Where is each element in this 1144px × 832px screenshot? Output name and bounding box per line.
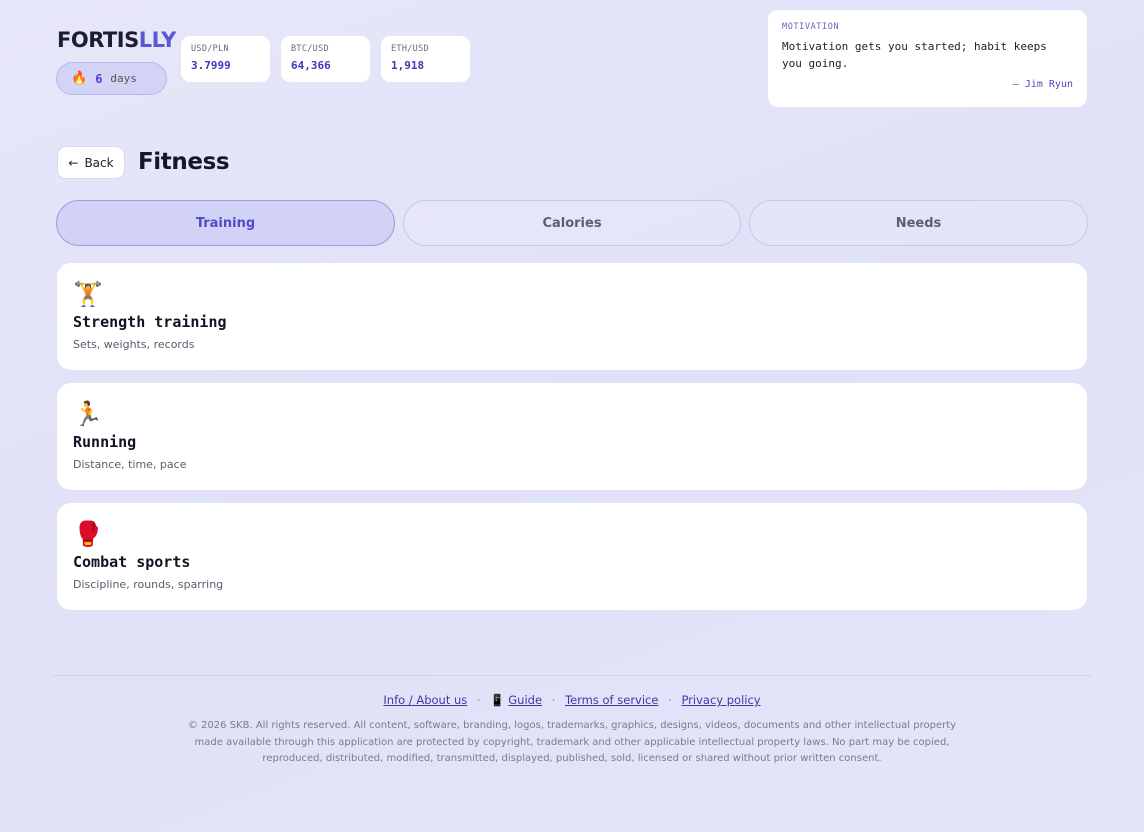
legal-notice: © 2026 SKB. All rights reserved. All con… [187, 720, 957, 764]
back-button[interactable]: ← Back [57, 146, 125, 179]
guide-link[interactable]: Guide [508, 693, 542, 707]
tab-training[interactable]: Training [56, 200, 395, 246]
fire-icon: 🔥 [71, 71, 88, 86]
rate-pair: USD/PLN [191, 44, 229, 54]
streak-unit: days [110, 72, 137, 85]
logo-text-main: FORTIS [57, 28, 139, 52]
tab-label: Training [195, 215, 256, 231]
streak-badge: 🔥 6 days [56, 62, 167, 95]
runner-icon: 🏃 [73, 400, 103, 428]
motivation-label: MOTIVATION [782, 22, 840, 32]
app-logo[interactable]: FORTISLLY [57, 28, 176, 52]
logo-text-accent: LLY [138, 28, 177, 52]
card-combat-sports[interactable]: 🥊 Combat sports Discipline, rounds, spar… [57, 503, 1087, 610]
card-subtitle: Sets, weights, records [73, 338, 195, 351]
rate-card-btc-usd: BTC/USD 64,366 [281, 36, 370, 82]
footer-divider [52, 675, 1092, 676]
link-separator: · [476, 693, 481, 707]
streak-count: 6 [95, 71, 103, 86]
card-strength-training[interactable]: 🏋️ Strength training Sets, weights, reco… [57, 263, 1087, 370]
link-separator: · [551, 693, 556, 707]
card-title: Strength training [73, 313, 227, 331]
card-title: Combat sports [73, 553, 191, 571]
card-subtitle: Distance, time, pace [73, 458, 187, 471]
tab-needs[interactable]: Needs [749, 200, 1088, 246]
tab-calories[interactable]: Calories [403, 200, 741, 246]
card-title: Running [73, 433, 137, 451]
privacy-link[interactable]: Privacy policy [681, 693, 760, 707]
card-running[interactable]: 🏃 Running Distance, time, pace [57, 383, 1087, 490]
card-subtitle: Discipline, rounds, sparring [73, 578, 224, 591]
rate-pair: ETH/USD [391, 44, 429, 54]
about-link[interactable]: Info / About us [383, 693, 467, 707]
rate-value: 64,366 [291, 59, 331, 72]
motivation-quote: Motivation gets you started; habit keeps… [782, 40, 1047, 70]
rate-value: 1,918 [391, 59, 425, 72]
back-label: Back [84, 155, 114, 170]
footer-links: Info / About us · 📱 Guide · Terms of ser… [0, 693, 1144, 707]
terms-link[interactable]: Terms of service [565, 693, 658, 707]
link-separator: · [668, 693, 672, 707]
arrow-left-icon: ← [68, 155, 79, 170]
tab-label: Needs [895, 215, 942, 231]
page-title: Fitness [138, 149, 230, 175]
motivation-author: — Jim Ryun [1012, 79, 1073, 90]
boxing-glove-icon: 🥊 [73, 520, 103, 548]
rate-card-eth-usd: ETH/USD 1,918 [381, 36, 470, 82]
rate-value: 3.7999 [191, 59, 231, 72]
tab-label: Calories [542, 215, 602, 231]
phone-icon: 📱 [490, 693, 505, 707]
rate-pair: BTC/USD [291, 44, 329, 54]
weightlifter-icon: 🏋️ [73, 280, 103, 308]
motivation-card: MOTIVATION Motivation gets you started; … [768, 10, 1087, 107]
rate-card-usd-pln: USD/PLN 3.7999 [181, 36, 270, 82]
